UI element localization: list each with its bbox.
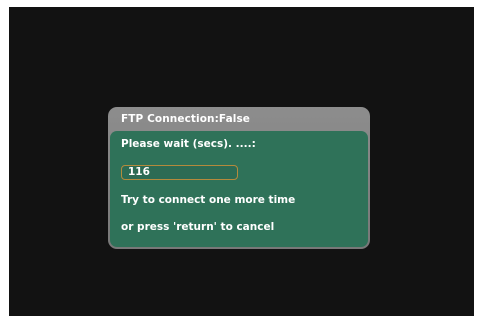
wait-label: Please wait (secs). ....: [121,138,256,150]
countdown-field: 116 [121,165,238,180]
cancel-message: or press 'return' to cancel [121,221,275,233]
tv-screen: FTP Connection:False Please wait (secs).… [9,7,474,316]
countdown-value: 116 [128,166,150,178]
ftp-connection-dialog: FTP Connection:False Please wait (secs).… [108,107,370,249]
retry-message: Try to connect one more time [121,194,296,206]
dialog-body: Please wait (secs). ....: 116 Try to con… [110,131,368,247]
dialog-title: FTP Connection:False [121,113,251,125]
